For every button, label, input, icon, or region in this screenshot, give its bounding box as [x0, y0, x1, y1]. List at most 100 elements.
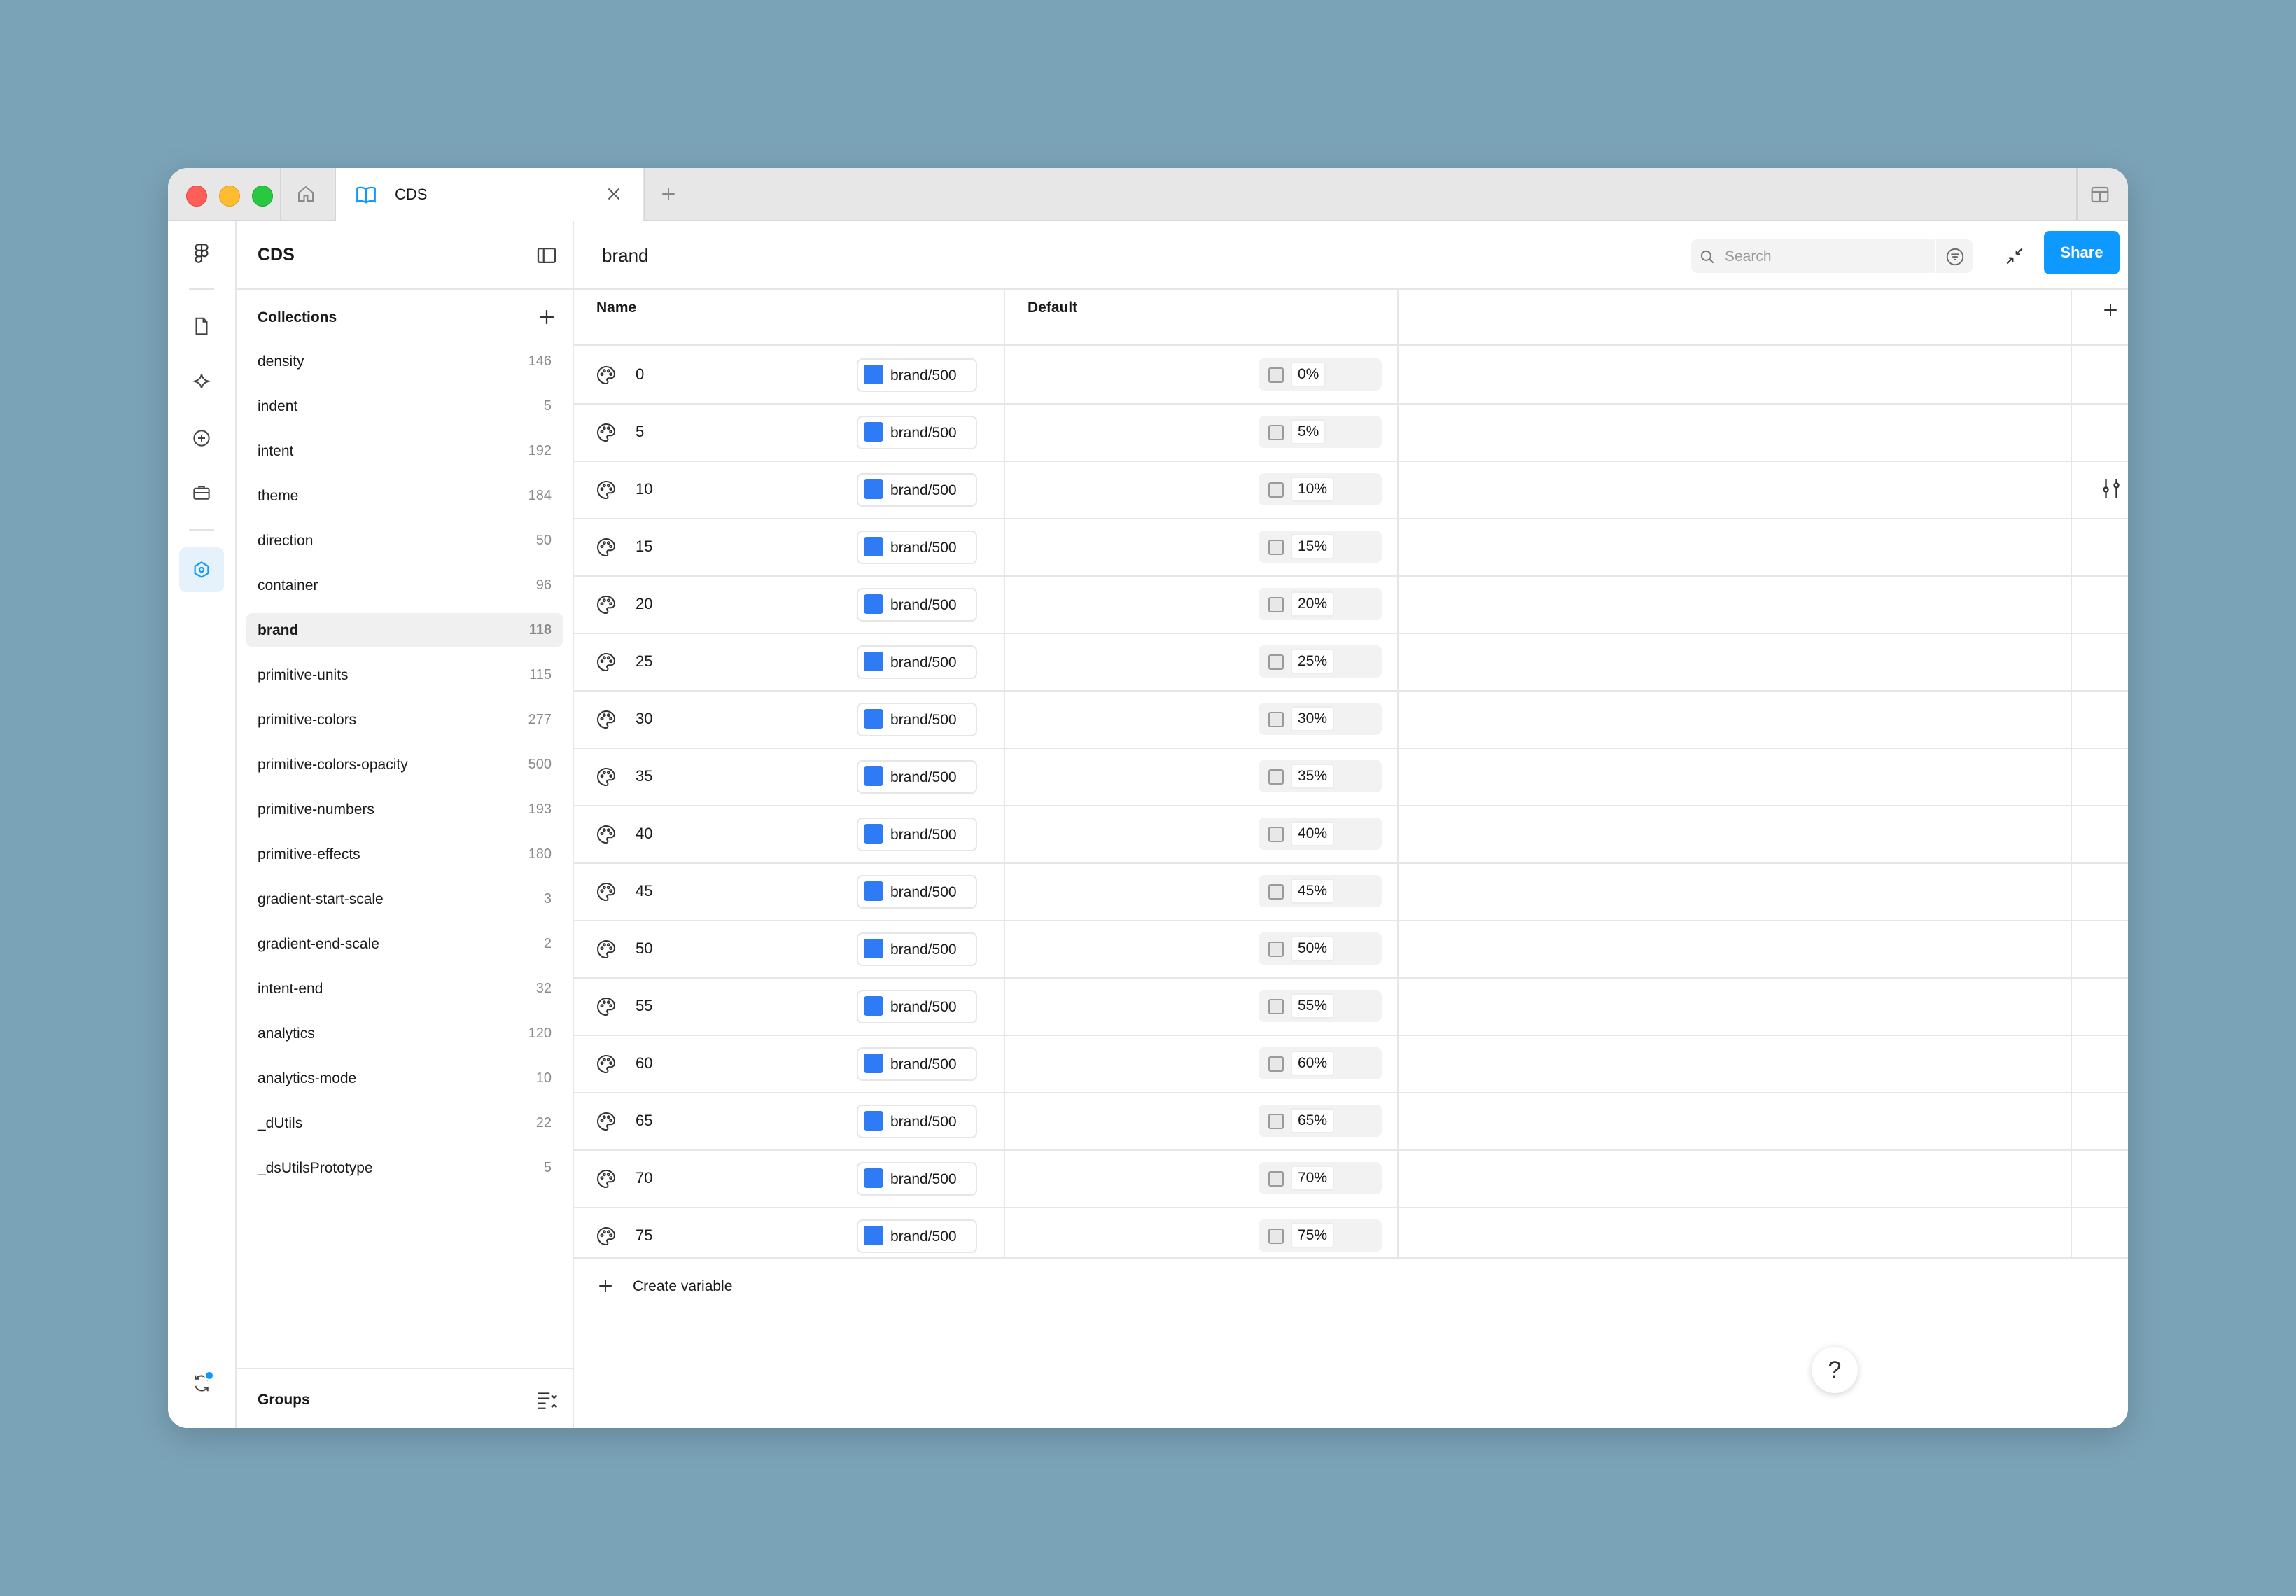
opacity-field[interactable]: 30% [1259, 703, 1382, 735]
variable-row[interactable]: 45 brand/500 45% [574, 862, 2128, 921]
variable-name[interactable]: 20 [636, 595, 652, 613]
assets-button[interactable] [185, 365, 218, 399]
color-value-pill[interactable]: brand/500 [857, 358, 977, 392]
opacity-value[interactable]: 70% [1291, 1166, 1335, 1191]
variable-row[interactable]: 50 brand/500 50% [574, 920, 2128, 979]
variable-row[interactable]: 75 brand/500 75% [574, 1207, 2128, 1257]
variable-name[interactable]: 10 [636, 480, 652, 498]
opacity-field[interactable]: 50% [1259, 932, 1382, 965]
collection-item[interactable]: analytics-mode 10 [246, 1061, 563, 1095]
opacity-value[interactable]: 30% [1291, 706, 1335, 732]
variable-name[interactable]: 15 [636, 538, 652, 556]
variable-name[interactable]: 50 [636, 939, 652, 958]
opacity-field[interactable]: 20% [1259, 588, 1382, 620]
column-header-default[interactable]: Default [1028, 300, 1077, 316]
sync-button[interactable] [185, 1366, 218, 1400]
opacity-value[interactable]: 50% [1291, 936, 1335, 961]
variable-row[interactable]: 60 brand/500 60% [574, 1035, 2128, 1093]
create-variable-button[interactable]: Create variable [574, 1259, 2128, 1315]
column-header-name[interactable]: Name [596, 300, 636, 316]
collection-item[interactable]: primitive-effects 180 [246, 837, 563, 871]
sort-groups-icon[interactable] [535, 1387, 559, 1411]
maximize-window-button[interactable] [252, 186, 273, 206]
opacity-field[interactable]: 40% [1259, 818, 1382, 850]
opacity-field[interactable]: 60% [1259, 1047, 1382, 1079]
opacity-field[interactable]: 70% [1259, 1162, 1382, 1194]
variable-name[interactable]: 75 [636, 1226, 652, 1245]
sidebar-toggle-icon[interactable] [535, 244, 559, 267]
home-button[interactable] [280, 168, 332, 220]
collection-item[interactable]: primitive-units 115 [246, 658, 563, 692]
opacity-field[interactable]: 65% [1259, 1105, 1382, 1137]
opacity-field[interactable]: 45% [1259, 875, 1382, 907]
opacity-value[interactable]: 5% [1291, 419, 1326, 444]
share-button[interactable]: Share [2044, 231, 2120, 274]
collection-item[interactable]: _dsUtilsPrototype 5 [246, 1151, 563, 1184]
variable-name[interactable]: 35 [636, 767, 652, 785]
color-value-pill[interactable]: brand/500 [857, 932, 977, 966]
opacity-value[interactable]: 35% [1291, 764, 1335, 789]
collection-item[interactable]: _dUtils 22 [246, 1106, 563, 1140]
filter-icon[interactable] [1945, 246, 1966, 267]
collection-item[interactable]: container 96 [246, 568, 563, 602]
variable-row[interactable]: 0 brand/500 0% [574, 346, 2128, 405]
color-value-pill[interactable]: brand/500 [857, 1162, 977, 1196]
variable-row[interactable]: 70 brand/500 70% [574, 1149, 2128, 1208]
collection-item[interactable]: gradient-start-scale 3 [246, 882, 563, 916]
variable-row[interactable]: 35 brand/500 35% [574, 748, 2128, 806]
color-value-pill[interactable]: brand/500 [857, 818, 977, 851]
opacity-field[interactable]: 0% [1259, 358, 1382, 391]
collection-item[interactable]: direction 50 [246, 524, 563, 557]
color-value-pill[interactable]: brand/500 [857, 645, 977, 679]
color-value-pill[interactable]: brand/500 [857, 703, 977, 736]
variable-row[interactable]: 10 brand/500 10% [574, 461, 2128, 519]
opacity-value[interactable]: 75% [1291, 1223, 1335, 1248]
opacity-value[interactable]: 15% [1291, 534, 1335, 559]
color-value-pill[interactable]: brand/500 [857, 1047, 977, 1081]
plugins-button[interactable] [185, 421, 218, 455]
close-icon[interactable] [603, 183, 624, 204]
collection-item[interactable]: analytics 120 [246, 1016, 563, 1050]
color-value-pill[interactable]: brand/500 [857, 416, 977, 449]
opacity-value[interactable]: 25% [1291, 649, 1335, 674]
color-value-pill[interactable]: brand/500 [857, 1105, 977, 1138]
opacity-value[interactable]: 40% [1291, 821, 1335, 846]
opacity-field[interactable]: 15% [1259, 531, 1382, 563]
figma-menu-button[interactable] [185, 237, 218, 270]
opacity-field[interactable]: 10% [1259, 473, 1382, 505]
color-value-pill[interactable]: brand/500 [857, 531, 977, 564]
add-mode-icon[interactable] [2100, 300, 2121, 321]
add-collection-icon[interactable] [535, 305, 559, 329]
variable-row[interactable]: 55 brand/500 55% [574, 977, 2128, 1036]
color-value-pill[interactable]: brand/500 [857, 588, 977, 622]
color-value-pill[interactable]: brand/500 [857, 473, 977, 507]
color-value-pill[interactable]: brand/500 [857, 990, 977, 1023]
close-window-button[interactable] [186, 186, 207, 206]
variable-name[interactable]: 55 [636, 997, 652, 1015]
search-input[interactable] [1723, 246, 1922, 267]
opacity-value[interactable]: 0% [1291, 362, 1326, 387]
collapse-button[interactable] [2001, 242, 2029, 270]
variable-row[interactable]: 5 brand/500 5% [574, 403, 2128, 462]
opacity-value[interactable]: 60% [1291, 1051, 1335, 1076]
variable-row[interactable]: 15 brand/500 15% [574, 518, 2128, 577]
tab-cds[interactable]: CDS [336, 168, 643, 221]
opacity-value[interactable]: 45% [1291, 878, 1335, 904]
collection-item[interactable]: gradient-end-scale 2 [246, 927, 563, 960]
variable-name[interactable]: 60 [636, 1054, 652, 1072]
collection-item[interactable]: indent 5 [246, 389, 563, 423]
new-tab-icon[interactable] [658, 183, 679, 204]
variable-name[interactable]: 70 [636, 1169, 652, 1187]
variable-name[interactable]: 25 [636, 652, 652, 671]
variable-row[interactable]: 30 brand/500 30% [574, 690, 2128, 749]
collection-item[interactable]: primitive-numbers 193 [246, 792, 563, 826]
variable-row[interactable]: 20 brand/500 20% [574, 575, 2128, 634]
variable-row[interactable]: 65 brand/500 65% [574, 1092, 2128, 1151]
opacity-value[interactable]: 10% [1291, 477, 1335, 502]
opacity-value[interactable]: 65% [1291, 1108, 1335, 1133]
collection-item[interactable]: primitive-colors 277 [246, 703, 563, 736]
search-box[interactable] [1691, 239, 1973, 273]
minimize-window-button[interactable] [219, 186, 240, 206]
collection-item[interactable]: primitive-colors-opacity 500 [246, 748, 563, 781]
opacity-field[interactable]: 25% [1259, 645, 1382, 678]
